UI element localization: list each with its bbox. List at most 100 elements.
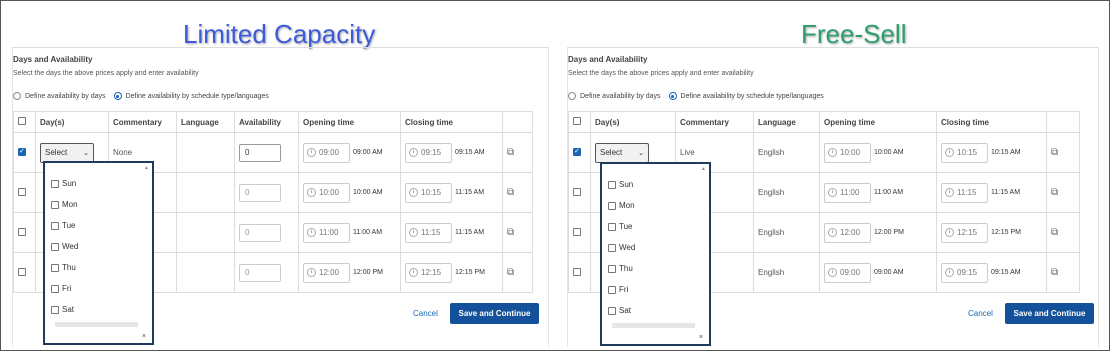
day-checkbox[interactable] (51, 179, 59, 188)
day-option-thu[interactable]: Thu (45, 257, 152, 278)
day-option-sat[interactable]: Sat (45, 299, 152, 320)
copy-icon[interactable]: ⧉ (507, 147, 514, 158)
close-icon[interactable]: × (699, 334, 703, 341)
col-availability: Availability (234, 111, 299, 133)
days-select[interactable]: Select ⌄ (40, 142, 94, 163)
day-option-wed[interactable]: Wed (45, 236, 152, 257)
closing-time-label: 09:15 AM (455, 149, 485, 156)
days-dropdown[interactable]: ▲ Sun Mon Tue Wed Thu Fri Sat × (43, 161, 154, 345)
day-option-sun[interactable]: Sun (602, 174, 709, 195)
copy-icon[interactable]: ⧉ (1051, 267, 1058, 278)
language-cell (176, 132, 235, 173)
day-checkbox[interactable] (51, 305, 59, 314)
day-checkbox[interactable] (608, 180, 616, 189)
day-checkbox[interactable] (608, 222, 616, 231)
radio-define-by-schedule[interactable]: Define availability by schedule type/lan… (113, 92, 269, 100)
day-checkbox[interactable] (608, 285, 616, 294)
day-checkbox[interactable] (608, 201, 616, 210)
time-value: 10:00 (319, 188, 340, 197)
closing-time-input[interactable]: 12:15 (941, 222, 988, 243)
save-and-continue-button[interactable]: Save and Continue (450, 303, 539, 324)
day-checkbox[interactable] (608, 306, 616, 315)
radio-define-by-days[interactable]: Define availability by days (568, 92, 661, 100)
day-option-fri[interactable]: Fri (602, 279, 709, 300)
closing-time-input[interactable]: 12:15 (405, 262, 452, 283)
opening-time-input[interactable]: 12:00 (824, 222, 871, 243)
col-commentary: Commentary (675, 111, 754, 133)
time-value: 12:15 (421, 268, 442, 277)
time-value: 12:15 (957, 228, 978, 237)
day-checkbox[interactable] (51, 200, 59, 209)
opening-time-cell: 10:00 10:00 AM (819, 132, 937, 173)
opening-time-input[interactable]: 09:00 (303, 142, 350, 163)
opening-time-cell: 11:00 11:00 AM (298, 212, 401, 253)
language-cell: English (753, 172, 820, 213)
row-checkbox[interactable] (573, 187, 581, 196)
day-option-sat[interactable]: Sat (602, 300, 709, 321)
closing-time-input[interactable]: 11:15 (941, 182, 988, 203)
day-option-tue[interactable]: Tue (45, 215, 152, 236)
day-option-tue[interactable]: Tue (602, 216, 709, 237)
radio-define-by-days[interactable]: Define availability by days (13, 92, 106, 100)
select-all-checkbox[interactable] (573, 117, 581, 125)
horizontal-scrollbar[interactable] (55, 322, 138, 327)
copy-icon[interactable]: ⧉ (1051, 147, 1058, 158)
save-and-continue-button[interactable]: Save and Continue (1005, 303, 1094, 324)
days-dropdown[interactable]: ▲ Sun Mon Tue Wed Thu Fri Sat × (600, 162, 711, 346)
day-option-wed[interactable]: Wed (602, 237, 709, 258)
day-option-thu[interactable]: Thu (602, 258, 709, 279)
day-checkbox[interactable] (51, 284, 59, 293)
closing-time-input[interactable]: 09:15 (941, 262, 988, 283)
days-select[interactable]: Select ⌄ (595, 142, 649, 163)
opening-time-input[interactable]: 12:00 (303, 262, 350, 283)
availability-input[interactable]: 0 (239, 263, 281, 282)
row-checkbox[interactable] (18, 187, 26, 196)
row-checkbox[interactable] (573, 147, 581, 156)
row-checkbox[interactable] (18, 147, 26, 156)
day-option-mon[interactable]: Mon (602, 195, 709, 216)
clock-icon (307, 268, 316, 277)
closing-time-input[interactable]: 10:15 (941, 142, 988, 163)
cancel-button[interactable]: Cancel (413, 309, 438, 318)
row-checkbox[interactable] (573, 227, 581, 236)
radio-define-by-schedule[interactable]: Define availability by schedule type/lan… (668, 92, 824, 100)
clock-icon (307, 188, 316, 197)
opening-time-input[interactable]: 09:00 (824, 262, 871, 283)
row-checkbox-cell (568, 172, 591, 213)
row-checkbox[interactable] (573, 267, 581, 276)
opening-time-input[interactable]: 11:00 (824, 182, 871, 203)
opening-time-input[interactable]: 10:00 (303, 182, 350, 203)
scroll-up-icon[interactable]: ▲ (144, 165, 149, 171)
closing-time-input[interactable]: 09:15 (405, 142, 452, 163)
closing-time-input[interactable]: 10:15 (405, 182, 452, 203)
horizontal-scrollbar[interactable] (612, 323, 695, 328)
scroll-up-icon[interactable]: ▲ (701, 166, 706, 172)
copy-icon[interactable]: ⧉ (507, 267, 514, 278)
time-value: 09:15 (421, 148, 442, 157)
copy-cell: ⧉ (502, 172, 533, 213)
day-checkbox[interactable] (51, 263, 59, 272)
day-checkbox[interactable] (608, 264, 616, 273)
availability-input[interactable]: 0 (239, 223, 281, 242)
close-icon[interactable]: × (142, 333, 146, 340)
opening-time-input[interactable]: 10:00 (824, 142, 871, 163)
copy-icon[interactable]: ⧉ (1051, 227, 1058, 238)
opening-time-input[interactable]: 11:00 (303, 222, 350, 243)
closing-time-input[interactable]: 11:15 (405, 222, 452, 243)
day-option-mon[interactable]: Mon (45, 194, 152, 215)
day-checkbox[interactable] (51, 242, 59, 251)
day-option-sun[interactable]: Sun (45, 173, 152, 194)
availability-input[interactable]: 0 (239, 183, 281, 202)
copy-icon[interactable]: ⧉ (1051, 187, 1058, 198)
day-option-fri[interactable]: Fri (45, 278, 152, 299)
row-checkbox[interactable] (18, 227, 26, 236)
day-checkbox[interactable] (608, 243, 616, 252)
availability-input[interactable]: 0 (239, 143, 281, 162)
row-checkbox[interactable] (18, 267, 26, 276)
copy-icon[interactable]: ⧉ (507, 187, 514, 198)
cancel-button[interactable]: Cancel (968, 309, 993, 318)
select-all-checkbox[interactable] (18, 117, 26, 125)
day-checkbox[interactable] (51, 221, 59, 230)
opening-time-cell: 10:00 10:00 AM (298, 172, 401, 213)
copy-icon[interactable]: ⧉ (507, 227, 514, 238)
